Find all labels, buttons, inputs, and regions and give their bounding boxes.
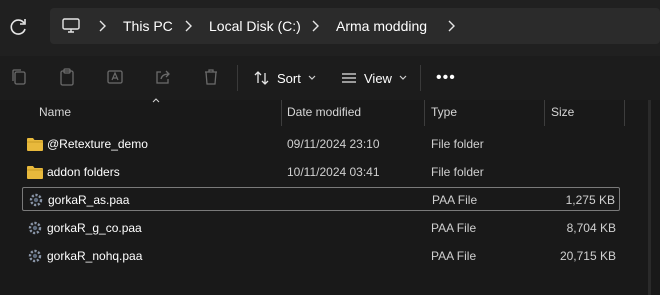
- view-button[interactable]: View: [341, 66, 407, 90]
- refresh-icon[interactable]: [8, 16, 30, 38]
- column-separator[interactable]: [544, 100, 545, 126]
- file-name: gorkaR_nohq.paa: [47, 249, 143, 263]
- file-date-modified: 09/11/2024 23:10: [287, 137, 380, 151]
- chevron-right-icon[interactable]: [183, 20, 193, 32]
- file-size: 1,275 KB: [565, 193, 615, 207]
- file-name: gorkaR_g_co.paa: [47, 221, 142, 235]
- list-item-selected[interactable]: gorkaR_as.paa PAA File 1,275 KB: [22, 187, 620, 211]
- column-separator[interactable]: [424, 100, 425, 126]
- column-type[interactable]: Type: [431, 105, 457, 119]
- chevron-down-icon: [308, 75, 316, 80]
- sort-icon: [254, 71, 269, 85]
- paa-file-icon: [28, 221, 42, 235]
- file-type: PAA File: [432, 193, 478, 207]
- vertical-scrollbar[interactable]: [648, 100, 651, 295]
- paa-file-icon: [28, 249, 42, 263]
- file-type: PAA File: [431, 249, 477, 263]
- command-bar: Sort View •••: [0, 56, 660, 100]
- file-name: gorkaR_as.paa: [48, 193, 130, 207]
- file-size: 8,704 KB: [566, 221, 616, 235]
- address-bar[interactable]: This PC Local Disk (C:) Arma modding: [50, 8, 660, 44]
- list-item[interactable]: gorkaR_g_co.paa PAA File 8,704 KB: [22, 216, 620, 240]
- share-icon[interactable]: [153, 67, 173, 87]
- chevron-right-icon[interactable]: [446, 20, 456, 32]
- breadcrumb-arma-modding[interactable]: Arma modding: [336, 18, 427, 34]
- column-separator[interactable]: [624, 100, 625, 126]
- rename-icon[interactable]: [105, 67, 125, 87]
- sort-button[interactable]: Sort: [254, 66, 316, 90]
- column-date-modified[interactable]: Date modified: [287, 105, 361, 119]
- sort-label: Sort: [277, 70, 301, 86]
- file-type: PAA File: [431, 221, 477, 235]
- copy-icon[interactable]: [9, 67, 29, 87]
- view-list-icon: [342, 73, 356, 83]
- list-item[interactable]: gorkaR_nohq.paa PAA File 20,715 KB: [22, 244, 620, 268]
- chevron-right-icon[interactable]: [310, 20, 320, 32]
- column-header: Name Date modified Type Size: [0, 98, 626, 126]
- more-options-button[interactable]: •••: [436, 69, 456, 87]
- file-name: @Retexture_demo: [47, 137, 148, 151]
- address-bar-row: This PC Local Disk (C:) Arma modding: [0, 0, 660, 56]
- sort-caret-up-icon: [152, 98, 160, 103]
- file-size: 20,715 KB: [559, 249, 616, 263]
- toolbar-divider: [237, 65, 238, 91]
- list-item[interactable]: @Retexture_demo 09/11/2024 23:10 File fo…: [22, 132, 620, 156]
- column-name[interactable]: Name: [39, 105, 71, 119]
- chevron-right-icon[interactable]: [97, 20, 107, 32]
- column-size[interactable]: Size: [551, 105, 574, 119]
- breadcrumb-this-pc[interactable]: This PC: [123, 18, 173, 34]
- this-pc-icon[interactable]: [62, 18, 80, 34]
- file-date-modified: 10/11/2024 03:41: [287, 165, 380, 179]
- chevron-down-icon: [399, 75, 407, 80]
- file-type: File folder: [431, 137, 484, 151]
- paa-file-icon: [29, 193, 43, 207]
- column-separator[interactable]: [281, 100, 282, 126]
- file-name: addon folders: [47, 165, 120, 179]
- paste-icon[interactable]: [57, 67, 77, 87]
- view-label: View: [364, 70, 392, 86]
- folder-icon: [27, 138, 43, 151]
- breadcrumb-local-disk[interactable]: Local Disk (C:): [209, 18, 301, 34]
- file-type: File folder: [431, 165, 484, 179]
- folder-icon: [27, 166, 43, 179]
- delete-icon[interactable]: [201, 67, 221, 87]
- list-item[interactable]: addon folders 10/11/2024 03:41 File fold…: [22, 160, 620, 184]
- toolbar-divider: [420, 65, 421, 91]
